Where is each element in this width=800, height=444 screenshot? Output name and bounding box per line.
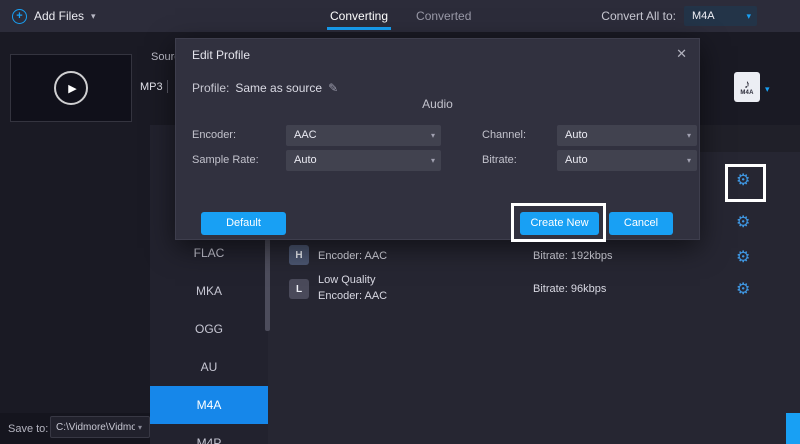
main-tabs: Converting Converted	[330, 0, 471, 32]
add-files-label: Add Files	[34, 9, 84, 23]
encoder-dropdown[interactable]: AAC ▾	[286, 125, 441, 146]
sample-rate-dropdown[interactable]: Auto ▾	[286, 150, 441, 171]
profile-bitrate: Bitrate: 96kbps	[533, 283, 606, 295]
gear-icon[interactable]: ⚙	[736, 250, 750, 266]
sidebar-item-au[interactable]: AU	[150, 348, 268, 386]
cancel-button[interactable]: Cancel	[609, 212, 673, 235]
output-format-label: M4A	[740, 90, 753, 96]
chevron-down-icon[interactable]: ▾	[138, 423, 142, 432]
sidebar-item-m4p[interactable]: M4P	[150, 424, 268, 444]
convert-button-partial[interactable]	[786, 413, 800, 444]
create-new-button[interactable]: Create New	[520, 212, 599, 235]
convert-all-value: M4A	[692, 10, 715, 22]
add-files-button[interactable]: + Add Files ▾	[12, 0, 96, 32]
tab-converting[interactable]: Converting	[330, 0, 388, 32]
default-button[interactable]: Default	[201, 212, 286, 235]
bitrate-label: Bitrate:	[482, 154, 517, 166]
gear-icon[interactable]: ⚙	[736, 173, 750, 189]
gear-icon[interactable]: ⚙	[736, 282, 750, 298]
source-label-partial: Sourc	[151, 51, 175, 63]
chevron-down-icon: ▾	[431, 157, 435, 165]
divider	[167, 80, 168, 93]
bitrate-dropdown[interactable]: Auto ▾	[557, 150, 697, 171]
bottom-bar: Save to: ▾	[0, 413, 150, 444]
music-note-icon: ♪	[744, 78, 750, 90]
sidebar-scrollbar[interactable]	[265, 239, 270, 331]
quality-icon-low: L	[289, 279, 309, 299]
profile-encoder: Encoder: AAC	[318, 290, 387, 302]
sidebar-item-m4a[interactable]: M4A	[150, 386, 268, 424]
chevron-down-icon: ▾	[687, 132, 691, 140]
video-thumbnail: ▶	[10, 54, 132, 122]
edit-icon[interactable]: ✎	[328, 81, 338, 95]
chevron-down-icon: ▾	[687, 157, 691, 165]
convert-all-group: Convert All to: M4A ▾	[601, 0, 757, 32]
app-window: + Add Files ▾ Converting Converted Conve…	[0, 0, 800, 444]
profile-row: Profile: Same as source ✎	[192, 81, 338, 95]
channel-value: Auto	[565, 129, 588, 141]
chevron-down-icon: ▾	[746, 12, 751, 21]
bitrate-value: Auto	[565, 154, 588, 166]
encoder-value: AAC	[294, 129, 317, 141]
sidebar-item-mka[interactable]: MKA	[150, 272, 268, 310]
edit-profile-dialog: Edit Profile ✕ Profile: Same as source ✎…	[175, 38, 700, 240]
channel-dropdown[interactable]: Auto ▾	[557, 125, 697, 146]
sample-rate-value: Auto	[294, 154, 317, 166]
output-format-icon[interactable]: ♪ M4A	[734, 72, 760, 102]
audio-section-label: Audio	[176, 97, 699, 111]
topbar: + Add Files ▾ Converting Converted Conve…	[0, 0, 800, 32]
output-format-chevron-icon[interactable]: ▾	[765, 84, 770, 95]
tab-converted[interactable]: Converted	[416, 0, 471, 32]
profile-label: Profile:	[192, 81, 229, 95]
channel-label: Channel:	[482, 129, 526, 141]
play-button[interactable]: ▶	[54, 71, 88, 105]
sample-rate-label: Sample Rate:	[192, 154, 259, 166]
gear-icon[interactable]: ⚙	[736, 215, 750, 231]
convert-all-dropdown[interactable]: M4A ▾	[684, 6, 757, 26]
quality-icon-high: H	[289, 245, 309, 265]
source-format-label: MP3	[140, 81, 163, 93]
profile-value: Same as source	[235, 81, 322, 95]
profile-bitrate: Bitrate: 192kbps	[533, 250, 613, 262]
close-icon[interactable]: ✕	[676, 46, 687, 62]
sidebar-item-ogg[interactable]: OGG	[150, 310, 268, 348]
profile-title: Low Quality	[318, 274, 375, 286]
add-icon: +	[12, 9, 27, 24]
play-icon: ▶	[65, 82, 76, 95]
save-path-input[interactable]	[50, 416, 150, 438]
save-to-label: Save to:	[8, 423, 48, 435]
convert-all-label: Convert All to:	[601, 9, 676, 23]
chevron-down-icon: ▾	[91, 12, 96, 21]
chevron-down-icon: ▾	[431, 132, 435, 140]
dialog-title: Edit Profile	[192, 48, 250, 62]
profile-encoder: Encoder: AAC	[318, 250, 387, 262]
encoder-label: Encoder:	[192, 129, 236, 141]
